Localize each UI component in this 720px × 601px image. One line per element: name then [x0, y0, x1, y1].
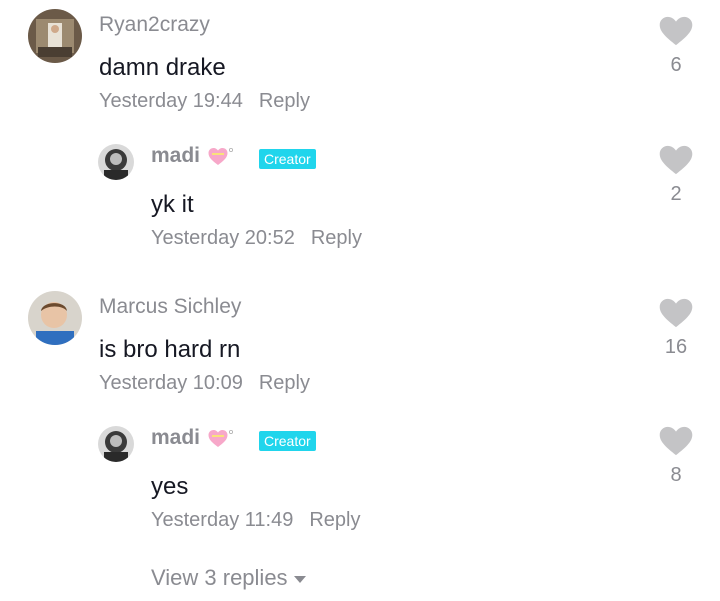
comment-meta: Yesterday 19:44 Reply	[99, 90, 310, 113]
comment-meta: Yesterday 10:09 Reply	[99, 372, 310, 395]
like-count: 8	[670, 464, 682, 486]
like-control: 16	[658, 298, 694, 359]
like-control: 2	[658, 145, 694, 206]
avatar[interactable]	[98, 426, 134, 462]
comment-timestamp: Yesterday 10:09	[99, 372, 243, 394]
heart-icon[interactable]	[659, 426, 693, 456]
reply-username[interactable]: madi	[151, 426, 200, 450]
reply-text: yk it	[151, 191, 194, 218]
caret-down-icon	[293, 575, 306, 583]
reply-button[interactable]: Reply	[259, 372, 310, 394]
like-control: 8	[658, 426, 694, 487]
view-replies-label: View 3 replies	[151, 565, 288, 590]
creator-badge: Creator	[259, 149, 316, 169]
avatar[interactable]	[28, 291, 82, 345]
reply-meta: Yesterday 11:49 Reply	[151, 509, 360, 532]
reply-timestamp: Yesterday 11:49	[151, 509, 294, 531]
like-count: 6	[670, 54, 682, 76]
like-count: 16	[664, 336, 688, 358]
comment-text: is bro hard rn	[99, 336, 241, 363]
avatar[interactable]	[98, 144, 134, 180]
reply-button[interactable]: Reply	[311, 227, 362, 249]
sparkling-heart-icon	[208, 148, 233, 165]
reply-meta: Yesterday 20:52 Reply	[151, 227, 362, 250]
reply-button[interactable]: Reply	[309, 509, 360, 531]
reply-timestamp: Yesterday 20:52	[151, 227, 295, 249]
comment-text: damn drake	[99, 54, 226, 81]
comment-username[interactable]: Ryan2crazy	[99, 13, 210, 37]
view-replies-button[interactable]: View 3 replies	[151, 565, 306, 591]
comment-timestamp: Yesterday 19:44	[99, 90, 243, 112]
heart-icon[interactable]	[659, 298, 693, 328]
creator-badge: Creator	[259, 431, 316, 451]
reply-button[interactable]: Reply	[259, 90, 310, 112]
like-control: 6	[658, 16, 694, 77]
reply-text: yes	[151, 473, 189, 500]
like-count: 2	[670, 183, 682, 205]
heart-icon[interactable]	[659, 145, 693, 175]
heart-icon[interactable]	[659, 16, 693, 46]
comment-username[interactable]: Marcus Sichley	[99, 295, 241, 319]
reply-username[interactable]: madi	[151, 144, 200, 168]
avatar[interactable]	[28, 9, 82, 63]
sparkling-heart-icon	[208, 430, 233, 447]
